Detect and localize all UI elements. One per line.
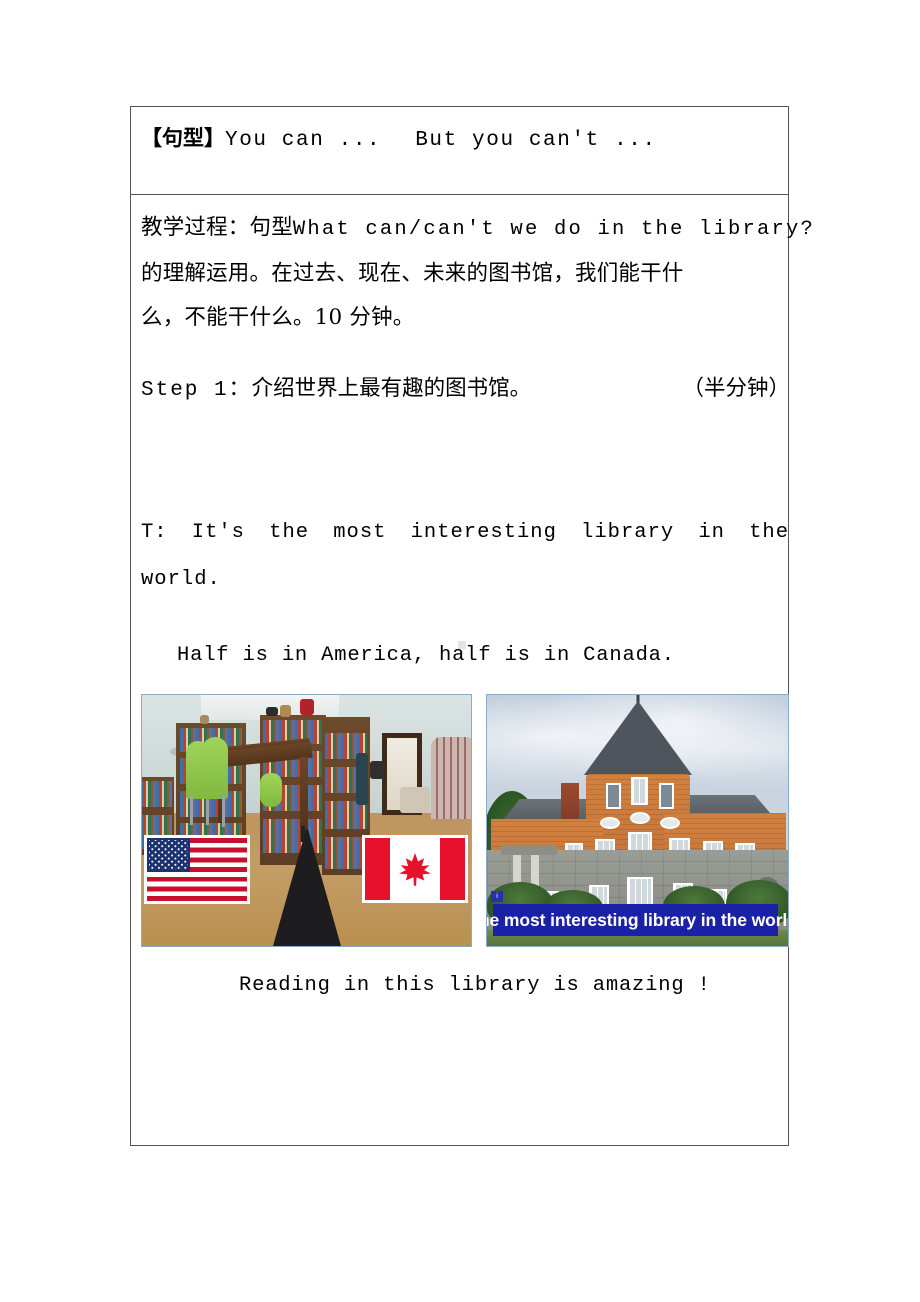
figure-library-interior (141, 694, 472, 947)
table-row-sentence-pattern: 【句型】You can ... But you can't ... (131, 107, 788, 195)
books-right-row3 (325, 801, 367, 829)
sentence-pattern-text-negative: But you can't ... (415, 129, 657, 152)
shelf-decor-flower (300, 699, 314, 715)
sentence-pattern-label: 【句型】 (141, 125, 225, 150)
united-states-flag (147, 838, 247, 901)
turret-window-center (631, 777, 648, 805)
library-interior-photo (142, 695, 471, 946)
turret-window-right (659, 783, 674, 809)
figure-row: i the most interesting library in the wo… (141, 694, 789, 947)
gray-artifact-speck (458, 641, 466, 649)
step-1-label: Step 1： (141, 379, 252, 402)
teaching-process-prefix: 教学过程：句型 (141, 215, 293, 240)
teaching-process-question: What can/can't we do in the library? (292, 218, 815, 241)
caption-marker-icon: i (491, 891, 503, 902)
teaching-process-line-3: 么，不能干什么。10 分钟。 (141, 305, 415, 330)
turret-roof (583, 701, 692, 775)
teacher-speaker-label: T: (141, 521, 168, 544)
armchair-right (431, 737, 471, 819)
sentence-pattern-line: 【句型】You can ... But you can't ... (141, 123, 788, 156)
maple-leaf-icon (399, 853, 431, 886)
oval-ornament-right (660, 817, 680, 829)
table-row-body: 教学过程：句型What can/can't we do in the libra… (131, 195, 813, 1145)
turret-window-left (606, 783, 621, 809)
canada-flag (365, 838, 465, 900)
step-1-line: Step 1：介绍世界上最有趣的图书馆。 （半分钟） (141, 366, 790, 413)
books-far-left-upper (142, 781, 172, 807)
oval-ornament-center (630, 812, 650, 824)
teacher-utterance-line-1: T: It's the most interesting library in … (141, 509, 789, 556)
floor-border-line (272, 826, 341, 946)
haskell-library-photo: i the most interesting library in the wo… (487, 695, 788, 946)
shelf-decor-teddy (280, 705, 291, 717)
teaching-process-line-1: 教学过程：句型What can/can't we do in the libra… (141, 205, 813, 252)
teaching-process-paragraph: 教学过程：句型What can/can't we do in the libra… (141, 205, 813, 340)
figure-caption-bar: the most interesting library in the worl… (487, 904, 788, 936)
teacher-utterance-line-2: world. (141, 568, 221, 591)
figure-caption-text: the most interesting library in the worl… (486, 909, 789, 930)
porch-roof (501, 845, 557, 855)
oval-ornament-left (600, 817, 620, 829)
cabinet-right (400, 787, 430, 813)
shelf-decor-small (200, 715, 209, 724)
canada-flag-band-right (440, 838, 465, 900)
step-1-left: Step 1：介绍世界上最有趣的图书馆。 (141, 366, 531, 413)
teacher-utterance-text-1: It's the most interesting library in the (191, 521, 789, 544)
figure-library-building: i the most interesting library in the wo… (486, 694, 789, 947)
chair-green-3 (260, 773, 282, 807)
chair-leg-3 (222, 795, 225, 827)
usa-flag-stars (149, 840, 188, 870)
shelf-decor-bird (266, 707, 278, 716)
chair-leg-1 (190, 795, 193, 825)
lesson-plan-table: 【句型】You can ... But you can't ... 教学过程：句型… (130, 106, 813, 1146)
blank-spacer (141, 413, 788, 509)
step-1-duration: （半分钟） (682, 376, 790, 401)
step-1-description: 介绍世界上最有趣的图书馆。 (251, 376, 532, 401)
canada-flag-band-left (365, 838, 390, 900)
document-page: 【句型】You can ... But you can't ... 教学过程：句型… (0, 0, 920, 1302)
chair-green-2 (202, 737, 228, 799)
framed-picture (370, 761, 384, 779)
sentence-pattern-text-affirmative: You can ... (225, 129, 382, 152)
wall-panel-dark (356, 753, 368, 805)
study-table-leg-right (300, 757, 308, 827)
closing-line: Reading in this library is amazing ! (239, 974, 711, 997)
teaching-process-line-2: 的理解运用。在过去、现在、未来的图书馆，我们能干什 (141, 261, 684, 286)
chair-leg-2 (206, 795, 209, 825)
